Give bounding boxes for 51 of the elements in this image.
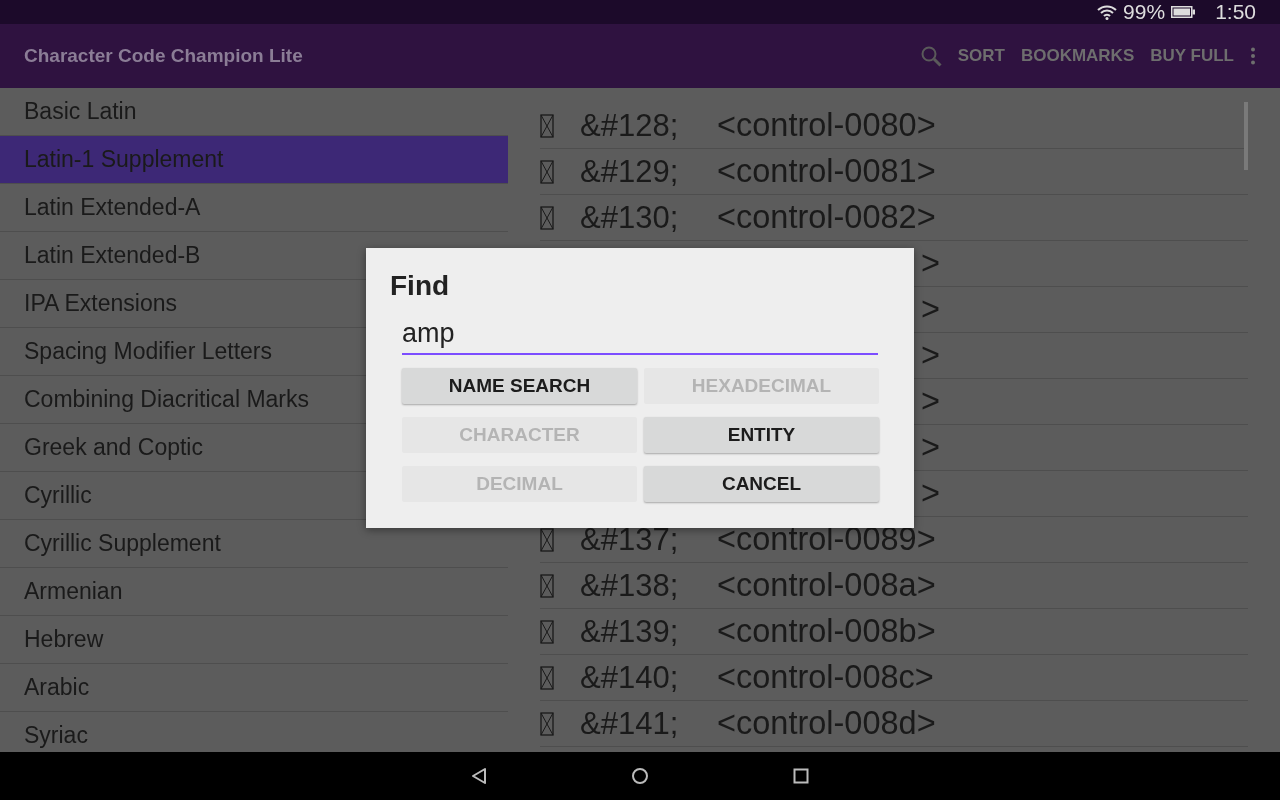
missing-glyph-icon [540,113,554,138]
clock: 1:50 [1215,0,1256,24]
character-name: <control-0081> [717,153,936,190]
app-title: Character Code Champion Lite [24,45,303,67]
toolbar-action[interactable]: BUY FULL [1150,46,1234,66]
block-list-item[interactable]: Armenian [0,568,508,616]
entity-code: &#140; [580,659,680,696]
home-icon[interactable] [631,767,649,785]
character-name: > [921,383,940,420]
entity-code: &#129; [580,153,680,190]
missing-glyph-icon [540,665,554,690]
search-input-field[interactable]: amp [402,318,878,355]
character-name: <control-0080> [717,107,936,144]
wifi-icon [1097,4,1118,20]
block-list-item[interactable]: Latin-1 Supplement [0,136,508,184]
character-name: > [921,245,940,282]
character-name: <control-0082> [717,199,936,236]
dialog-button[interactable]: CANCEL [644,466,879,502]
missing-glyph-icon [540,527,554,552]
entity-code: &#128; [580,107,680,144]
recents-icon[interactable] [793,768,809,784]
back-icon[interactable] [471,767,487,785]
block-list-item[interactable]: Arabic [0,664,508,712]
overflow-menu-icon[interactable] [1250,47,1256,65]
character-name: <control-008b> [717,613,936,650]
character-name: > [921,429,940,466]
dialog-button[interactable]: NAME SEARCH [402,368,637,404]
battery-icon [1171,6,1196,18]
character-name: <control-008a> [717,567,936,604]
missing-glyph-icon [540,711,554,736]
entity-code: &#138; [580,567,680,604]
block-list-item[interactable]: Hebrew [0,616,508,664]
character-name: <control-008d> [717,705,936,742]
character-name: <control-008c> [717,659,934,696]
dialog-button[interactable]: ENTITY [644,417,879,453]
entity-code: &#137; [580,521,680,558]
missing-glyph-icon [540,573,554,598]
missing-glyph-icon [540,619,554,644]
character-name: <control-0089> [717,521,936,558]
missing-glyph-icon [540,159,554,184]
battery-percent: 99% [1123,0,1166,24]
toolbar-action[interactable]: BOOKMARKS [1020,46,1135,66]
entity-code: &#139; [580,613,680,650]
block-list-item[interactable]: Latin Extended-A [0,184,508,232]
entity-code: &#141; [580,705,680,742]
character-name: > [921,475,940,512]
missing-glyph-icon [540,205,554,230]
entity-code: &#130; [580,199,680,236]
character-name: > [921,291,940,328]
character-name: > [921,337,940,374]
toolbar-action[interactable]: SORT [957,46,1005,66]
